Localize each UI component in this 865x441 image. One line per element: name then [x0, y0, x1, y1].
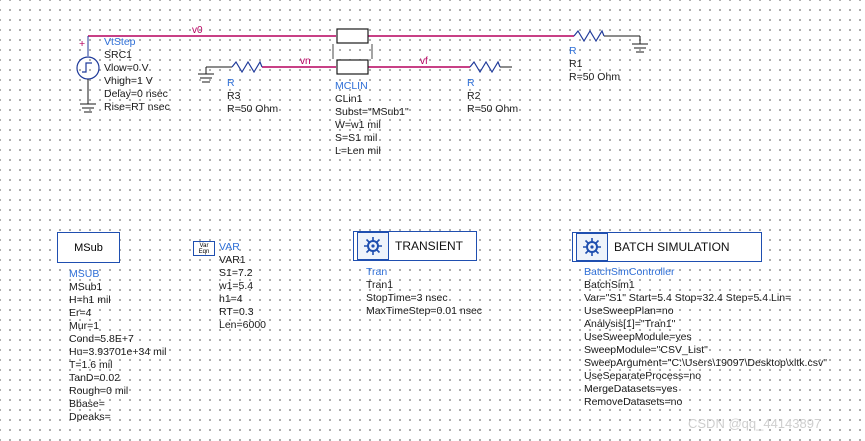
source-param: Vhigh=1 V: [104, 75, 153, 87]
simulation-gear-icon: [576, 233, 608, 261]
source-param: Vlow=0 V: [104, 62, 149, 74]
var-param: h1=4: [219, 293, 243, 305]
var-param: S1=7.2: [219, 267, 253, 279]
msub-param: Cond=5.8E+7: [69, 333, 134, 345]
msub-param: Rough=0 mil: [69, 385, 129, 397]
batch-param: SweepModule="CSV_List": [584, 344, 708, 356]
mclin-coupled-line[interactable]: [332, 28, 373, 75]
var-icon-line2: Eqn: [198, 249, 210, 255]
batch-param: Analysis[1]="Tran1": [584, 318, 676, 330]
batch-type: BatchSimController: [584, 266, 675, 278]
tran-name: Tran1: [366, 279, 394, 291]
batch-param: SweepArgument="C:\Users\19097\Desktop\xl…: [584, 357, 827, 369]
mclin-param: L=Len mil: [335, 145, 381, 157]
msub-box-label: MSub: [74, 241, 103, 254]
batch-param: Var="S1" Start=5.4 Stop=32.4 Step=5.4 Li…: [584, 292, 792, 304]
mclin-name: CLin1: [335, 93, 363, 105]
watermark: CSDN @qq_44143897: [688, 416, 822, 431]
wire-label-v0: v0: [192, 25, 203, 36]
tran-param: MaxTimeStep=0.01 nsec: [366, 305, 483, 317]
msub-param: Er=4: [69, 307, 92, 319]
msub-type: MSUB: [69, 268, 100, 280]
msub-param: TanD=0.02: [69, 372, 121, 384]
var-type: VAR: [219, 241, 240, 253]
var-param: Len=6000: [219, 319, 267, 331]
var-eqn-icon[interactable]: Var Eqn: [193, 241, 215, 256]
batch-param: UseSweepPlan=no: [584, 305, 674, 317]
var-name: VAR1: [219, 254, 246, 266]
ground-icon: [198, 67, 214, 83]
source-param: Delay=0 nsec: [104, 88, 168, 100]
msub-param: Dpeaks=: [69, 411, 111, 423]
source-param: Rise=RT nsec: [104, 101, 170, 113]
source-minus: -: [79, 84, 83, 96]
msub-component[interactable]: MSub: [57, 232, 120, 263]
msub-param: Mur=1: [69, 320, 100, 332]
r2-name: R2: [467, 90, 481, 102]
batch-param: UseSweepModule=yes: [584, 331, 692, 343]
batch-param: RemoveDatasets=no: [584, 396, 683, 408]
resistor-r3[interactable]: [231, 60, 263, 74]
transient-title: TRANSIENT: [395, 239, 464, 253]
r2-type: R: [467, 77, 475, 89]
r2-param: R=50 Ohm: [467, 103, 519, 115]
mclin-type: MCLIN: [335, 80, 368, 92]
var-param: RT=0.3: [219, 306, 254, 318]
ground-icon: [632, 36, 648, 53]
r3-param: R=50 Ohm: [227, 103, 279, 115]
r3-name: R3: [227, 90, 241, 102]
source-name: SRC1: [104, 49, 133, 61]
tran-param: StopTime=3 nsec: [366, 292, 448, 304]
tran-type: Tran: [366, 266, 388, 278]
var-param: w1=5.4: [219, 280, 254, 292]
batch-title: BATCH SIMULATION: [614, 240, 730, 254]
batch-simulation-controller[interactable]: BATCH SIMULATION: [572, 232, 762, 262]
r3-type: R: [227, 77, 235, 89]
r1-param: R=50 Ohm: [569, 71, 621, 83]
resistor-r1[interactable]: [573, 29, 605, 43]
wire-label-vn: vn: [300, 56, 311, 67]
resistor-r2[interactable]: [469, 60, 501, 74]
msub-name: MSub1: [69, 281, 103, 293]
batch-param: UseSeparateProcess=no: [584, 370, 702, 382]
wire-label-vf: vf: [420, 56, 428, 67]
msub-param: T=1.6 mil: [69, 359, 113, 371]
msub-param: H=h1 mil: [69, 294, 111, 306]
batch-param: MergeDatasets=yes: [584, 383, 678, 395]
r1-name: R1: [569, 58, 583, 70]
source-plus: +: [79, 38, 86, 50]
msub-param: Hu=3.93701e+34 mil: [69, 346, 167, 358]
mclin-param: S=S1 mil: [335, 132, 378, 144]
msub-param: Bbase=: [69, 398, 105, 410]
r1-type: R: [569, 45, 577, 57]
mclin-param: Subst="MSub1": [335, 106, 409, 118]
transient-controller[interactable]: TRANSIENT: [353, 231, 477, 261]
source-type: VtStep: [104, 36, 136, 48]
batch-name: BatchSim1: [584, 279, 635, 291]
mclin-param: W=w1 mil: [335, 119, 381, 131]
ground-icon: [80, 103, 96, 113]
simulation-gear-icon: [357, 232, 389, 260]
